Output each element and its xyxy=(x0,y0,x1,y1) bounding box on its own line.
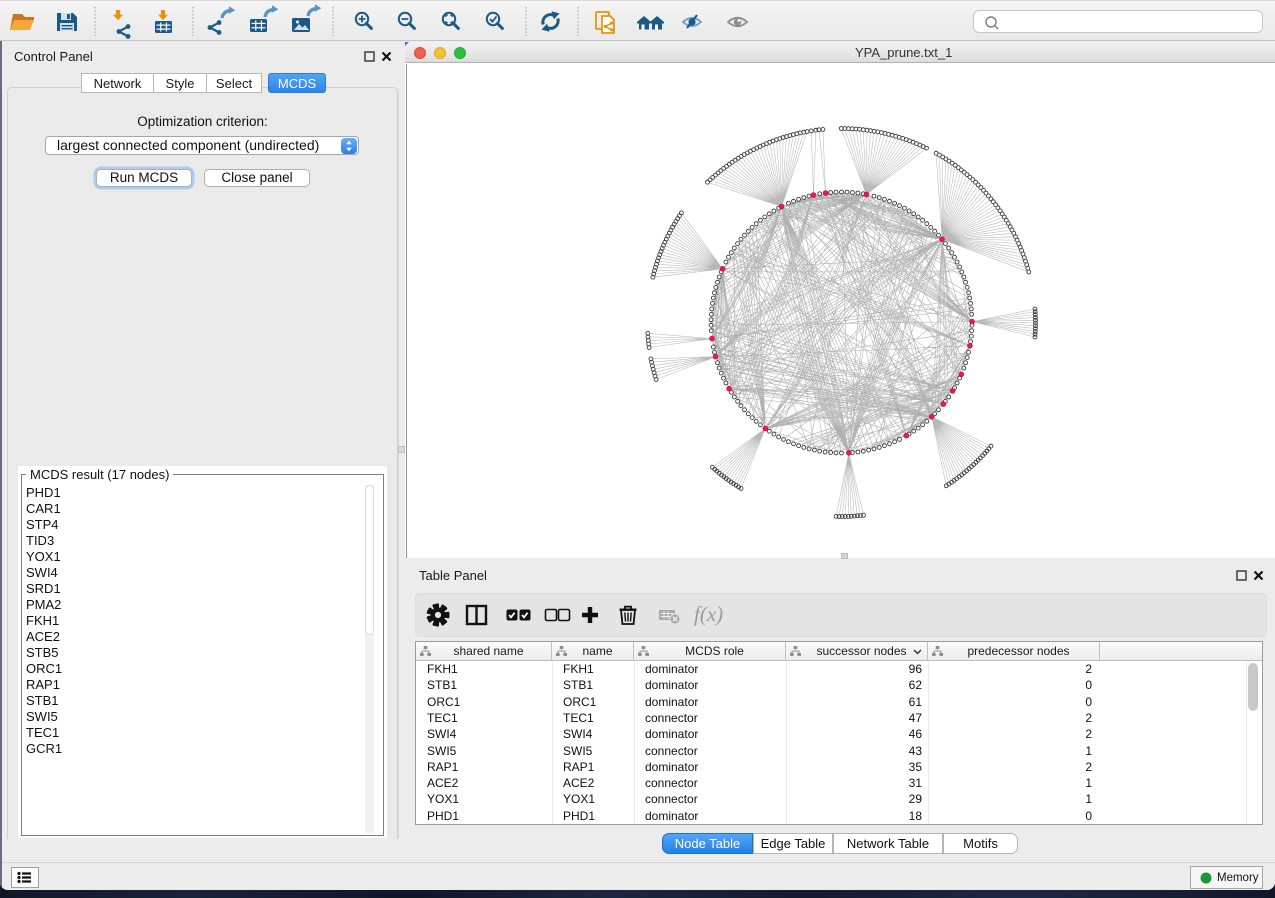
svg-text:f(x): f(x) xyxy=(694,602,723,626)
